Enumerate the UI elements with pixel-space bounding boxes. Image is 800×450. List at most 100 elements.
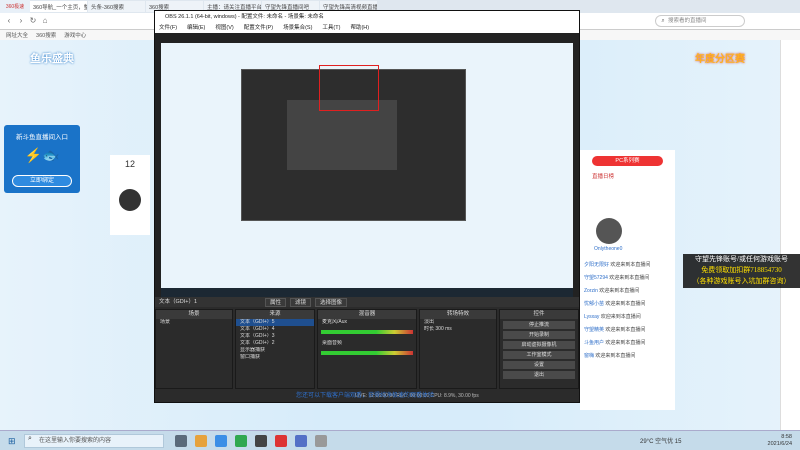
obs-icon[interactable] (255, 435, 267, 447)
virtual-camera-button[interactable]: 启动虚拟摄像机 (503, 341, 575, 349)
sources-dock: 来源 文本（GDI+）5 文本（GDI+）4 文本（GDI+）3 文本（GDI+… (235, 309, 315, 389)
transition-select[interactable]: 淡出 (420, 319, 496, 326)
chat-user[interactable]: 守望57294 (584, 275, 608, 281)
scene-item[interactable]: 场景 (156, 319, 232, 326)
refresh-icon[interactable]: ↻ (28, 16, 38, 26)
rank-hot[interactable]: 直播日榜 (592, 172, 663, 180)
search-input[interactable]: 搜索看的直播间 (655, 15, 745, 27)
obs-preview[interactable] (155, 33, 579, 306)
forward-icon[interactable]: › (16, 16, 26, 26)
menu-item[interactable]: 视图(V) (215, 23, 233, 33)
chat-user[interactable]: 斗鱼用户 (584, 340, 604, 346)
obs-window: OBS 26.1.1 (64-bit, windows) - 配置文件: 未命名… (154, 10, 580, 403)
app-icon[interactable] (315, 435, 327, 447)
menu-item[interactable]: 文件(F) (159, 23, 177, 33)
avatar (119, 189, 141, 211)
browser-360-icon[interactable] (235, 435, 247, 447)
menu-item[interactable]: 配置文件(P) (244, 23, 273, 33)
chat-text: 欢迎来到本直播间 (600, 314, 641, 320)
menu-item[interactable]: 编辑(E) (187, 23, 205, 33)
start-icon[interactable]: ⊞ (8, 436, 18, 446)
chat-message: 夕阳无限好 欢迎来到本直播间 (580, 258, 675, 271)
settings-button[interactable]: 设置 (503, 361, 575, 369)
download-caption[interactable]: 您还可以下载客户端观看，获得纯净极速的观看体验 (240, 390, 490, 400)
obs-title: OBS 26.1.1 (64-bit, windows) - 配置文件: 未命名… (155, 11, 579, 23)
studio-mode-button[interactable]: 工作室模式 (503, 351, 575, 359)
start-recording-button[interactable]: 开始录制 (503, 331, 575, 339)
chat-message: 窗嗨 欢迎来到本直播间 (580, 349, 675, 362)
duration-value[interactable]: 300 ms (435, 326, 451, 332)
source-item[interactable]: 文本（GDI+）5 (236, 319, 314, 326)
chat-user[interactable]: 窗嗨 (584, 353, 594, 359)
obs-menu-bar: 文件(F) 编辑(E) 视图(V) 配置文件(P) 场景集合(S) 工具(T) … (155, 23, 579, 33)
bookmark-item[interactable]: 网址大全 (6, 31, 28, 39)
source-item[interactable]: 文本（GDI+）3 (236, 333, 314, 340)
source-item[interactable]: 窗口捕获 (236, 354, 314, 361)
rank-badge[interactable]: PC系列赛 (592, 156, 663, 166)
chat-text: 欢迎来到本直播间 (605, 340, 646, 346)
transitions-dock: 转场特效 淡出 时长 300 ms (419, 309, 497, 389)
source-item[interactable]: 文本（GDI+）2 (236, 340, 314, 347)
event-banner: 鱼乐盛典 (30, 53, 74, 65)
scenes-dock: 场景 场景 (155, 309, 233, 389)
chat-text: 欢迎来到本直播间 (610, 262, 651, 268)
chat-user[interactable]: 守望精英 (584, 327, 604, 333)
exit-button[interactable]: 退出 (503, 371, 575, 379)
chat-message: 忧郁小苗 欢迎来到本直播间 (580, 297, 675, 310)
chat-user[interactable]: Zorzin (584, 288, 598, 294)
edge-icon[interactable] (215, 435, 227, 447)
search-icon: ⌕ (661, 18, 665, 24)
streamer-name[interactable]: Onlytheone0 (594, 246, 675, 252)
chat-panel: PC系列赛 直播日榜 Onlytheone0 夕阳无限好 欢迎来到本直播间 守望… (580, 150, 675, 410)
viewer-count: 12 (124, 159, 135, 169)
file-explorer-icon[interactable] (195, 435, 207, 447)
task-view-icon[interactable] (175, 435, 187, 447)
weather-widget[interactable]: 29°C 空气优 15 (640, 436, 681, 445)
chat-text: 欢迎来到本直播间 (605, 301, 646, 307)
dock-title: 混音器 (318, 310, 416, 319)
stop-stream-button[interactable]: 停止推流 (503, 321, 575, 329)
event-banner-right: 年度分区赛 (695, 54, 745, 65)
browser-tab[interactable]: 头条-360搜索 (88, 1, 145, 12)
menu-item[interactable]: 场景集合(S) (283, 23, 312, 33)
filters-button[interactable]: 滤镜 (290, 298, 312, 307)
source-item[interactable]: 显示器捕获 (236, 347, 314, 354)
browser-logo[interactable]: 360极速 (0, 0, 30, 13)
mixer-dock: 混音器 麦克风/Aux 桌面音频 (317, 309, 417, 389)
selection-box[interactable] (319, 65, 379, 111)
chat-text: 欢迎来到本直播间 (595, 353, 636, 359)
chat-text: 欢迎来到本直播间 (599, 288, 640, 294)
chat-user[interactable]: 夕阳无限好 (584, 262, 609, 268)
controls-dock: 控件 停止推流 开始录制 启动虚拟摄像机 工作室模式 设置 退出 (499, 309, 579, 389)
source-item[interactable]: 文本（GDI+）4 (236, 326, 314, 333)
bookmark-item[interactable]: 游戏中心 (64, 31, 86, 39)
menu-item[interactable]: 帮助(H) (350, 23, 369, 33)
promo-title: 新斗鱼直播间入口 (16, 134, 68, 141)
dock-title: 控件 (500, 310, 578, 319)
link-icon: ⚡🐟 (24, 147, 60, 163)
source-buttons: 属性 滤镜 选择图像 (265, 298, 348, 307)
home-icon[interactable]: ⌂ (40, 16, 50, 26)
bind-button[interactable]: 立即绑定 (12, 175, 72, 187)
menu-item[interactable]: 工具(T) (322, 23, 340, 33)
ad-overlay: 守望先锋账号/或任何游戏账号 免费领取加扣群718854730 （各种游戏账号入… (683, 254, 800, 288)
taskbar-search-input[interactable]: 在这里输入你要搜索的内容 (24, 434, 164, 448)
overlay-line: 免费领取加扣群718854730 (701, 266, 782, 274)
select-image-button[interactable]: 选择图像 (315, 298, 348, 307)
properties-button[interactable]: 属性 (265, 298, 287, 307)
bookmark-item[interactable]: 360搜索 (36, 31, 56, 39)
clock-time: 8:58 (781, 434, 792, 440)
chat-message: Lysxay 欢迎来到本直播间 (580, 310, 675, 323)
streamer-avatar[interactable] (596, 218, 622, 244)
clock[interactable]: 8:58 2021/6/24 (768, 434, 792, 448)
back-icon[interactable]: ‹ (4, 16, 14, 26)
search-icon: ⌕ (28, 435, 32, 442)
browser-tab[interactable]: 360导航_一个主页，整个世界 (30, 1, 87, 12)
duration-label-text: 时长 (424, 326, 435, 332)
mixer-track-label: 麦克风/Aux (322, 319, 348, 325)
windows-taskbar: ⊞ 在这里输入你要搜索的内容 ⌕ 29°C 空气优 15 8:58 2021/6… (0, 430, 800, 450)
app-icon[interactable] (275, 435, 287, 447)
chat-user[interactable]: Lysxay (584, 314, 599, 320)
app-icon[interactable] (295, 435, 307, 447)
chat-user[interactable]: 忧郁小苗 (584, 301, 604, 307)
